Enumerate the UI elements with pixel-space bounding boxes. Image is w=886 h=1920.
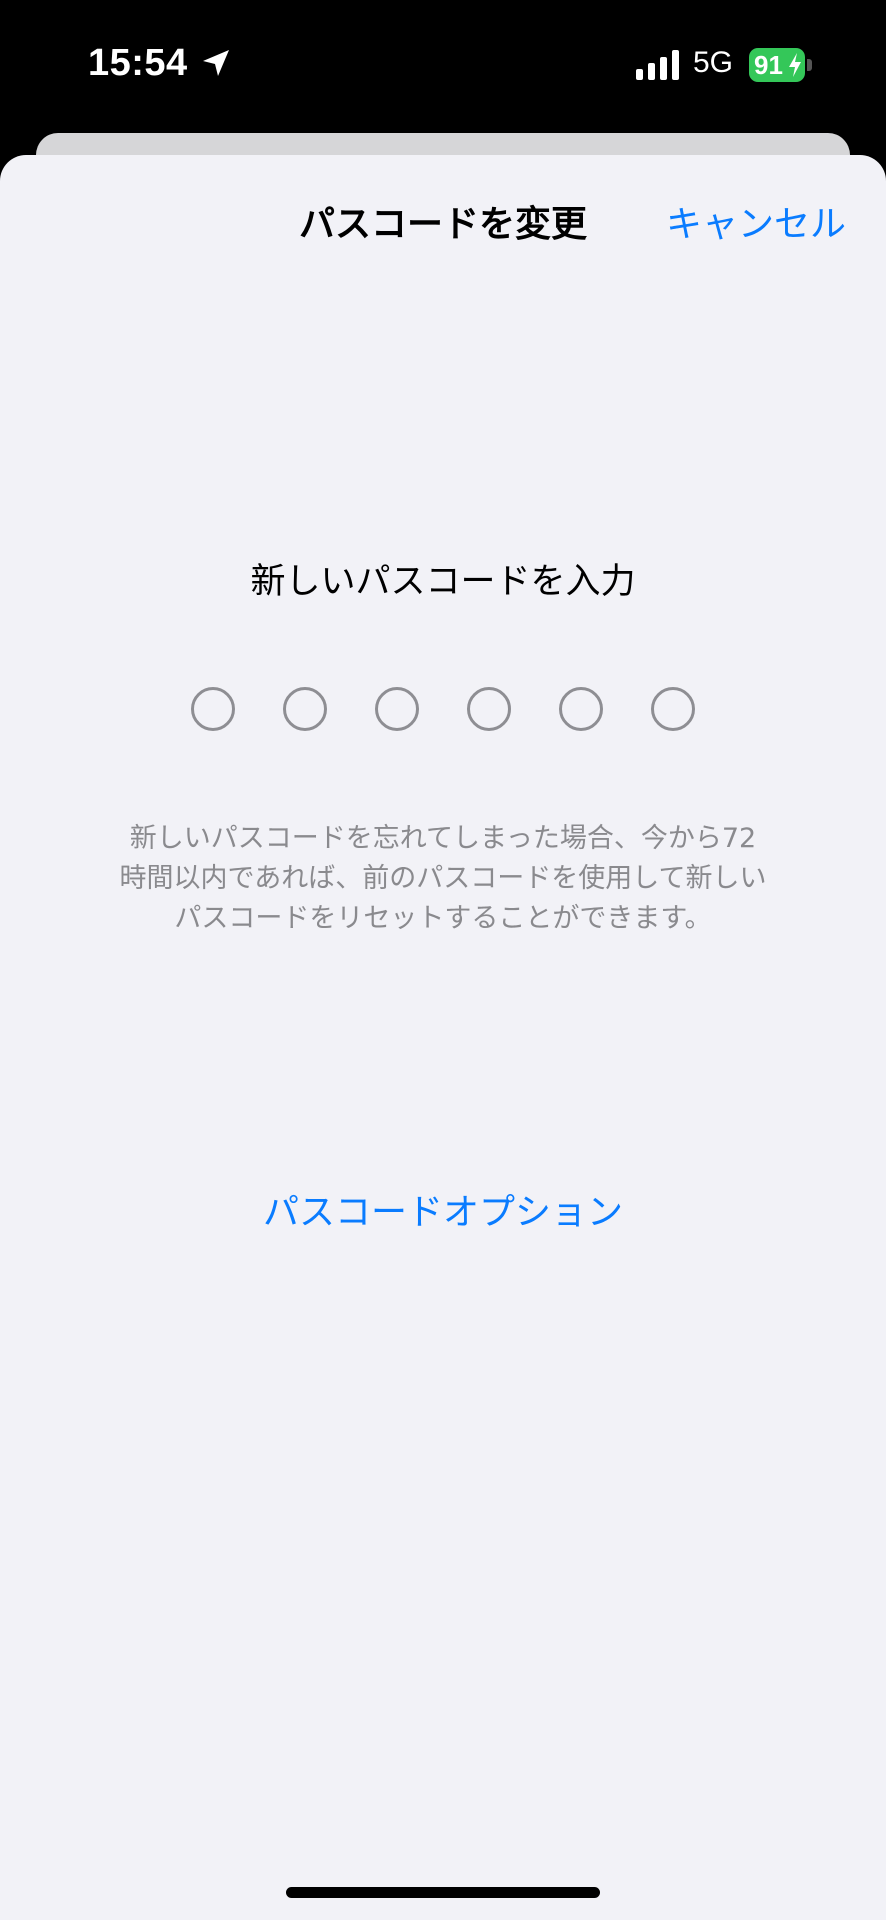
change-passcode-sheet: パスコードを変更 キャンセル 新しいパスコードを入力 新しいパスコードを忘れてし… (0, 155, 886, 1920)
passcode-dot (651, 687, 695, 731)
passcode-dot (191, 687, 235, 731)
passcode-dot (559, 687, 603, 731)
network-type: 5G (693, 46, 734, 79)
reset-info-text: 新しいパスコードを忘れてしまった場合、今から72 時間以内であれば、前のパスコー… (100, 819, 786, 939)
passcode-dot (375, 687, 419, 731)
battery-charging-icon: 91 (749, 48, 813, 82)
passcode-prompt: 新しいパスコードを入力 (250, 562, 636, 602)
status-bar: 15:54 5G 91 (0, 0, 886, 130)
phone-screen: 15:54 5G 91 パスコードを変更 キャンセル 新しいパスコードを入力 新… (0, 0, 886, 1920)
passcode-dots (0, 687, 886, 731)
bolt-icon (789, 53, 801, 77)
passcode-options-button[interactable]: パスコードオプション (0, 1183, 886, 1235)
info-line: 時間以内であれば、前のパスコードを使用して新しい (119, 863, 767, 894)
passcode-dot (467, 687, 511, 731)
cancel-button[interactable]: キャンセル (666, 195, 846, 247)
location-arrow-icon (203, 50, 229, 76)
home-indicator[interactable] (286, 1887, 600, 1898)
battery-cap (807, 59, 812, 71)
info-line: 新しいパスコードを忘れてしまった場合、今から72 (129, 823, 757, 854)
info-line: パスコードをリセットすることができます。 (174, 903, 712, 934)
signal-bars-icon (636, 50, 679, 80)
passcode-dot (283, 687, 327, 731)
status-time: 15:54 (88, 42, 188, 84)
battery-body: 91 (749, 48, 805, 82)
